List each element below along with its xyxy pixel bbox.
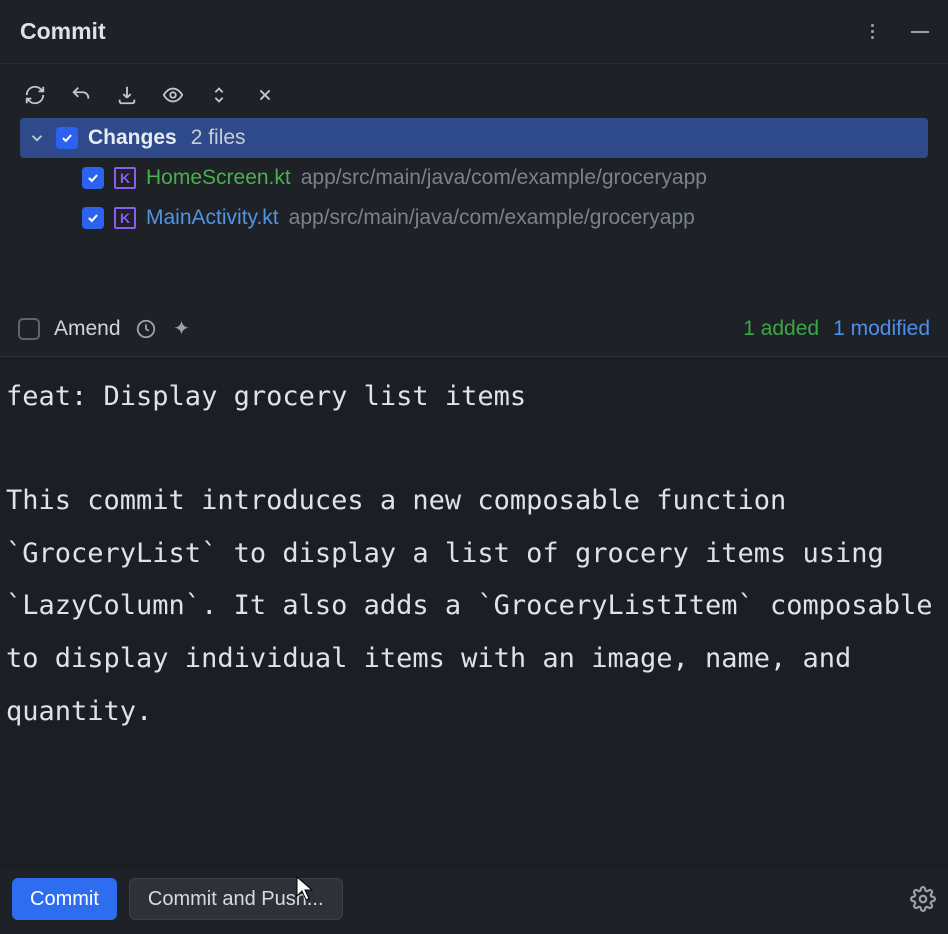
rollback-icon[interactable]	[68, 82, 94, 108]
bottom-bar: Commit Commit and Push...	[0, 870, 948, 934]
changelist-icon[interactable]	[252, 82, 278, 108]
panel-title: Commit	[20, 18, 106, 45]
kotlin-file-icon	[114, 167, 136, 189]
commit-subject: feat: Display grocery list items	[6, 371, 942, 424]
file-name: HomeScreen.kt	[146, 166, 291, 190]
file-path: app/src/main/java/com/example/groceryapp	[289, 206, 695, 230]
file-row[interactable]: HomeScreen.kt app/src/main/java/com/exam…	[20, 158, 928, 198]
minimize-icon[interactable]	[908, 20, 932, 44]
file-path: app/src/main/java/com/example/groceryapp	[301, 166, 707, 190]
group-checkbox[interactable]	[56, 127, 78, 149]
file-checkbox[interactable]	[82, 167, 104, 189]
chevron-down-icon[interactable]	[28, 129, 46, 147]
kotlin-file-icon	[114, 207, 136, 229]
changes-group-label: Changes	[88, 126, 177, 150]
added-count: 1 added	[743, 317, 819, 341]
show-diff-icon[interactable]	[160, 82, 186, 108]
changes-file-count: 2 files	[191, 126, 246, 150]
history-icon[interactable]	[135, 318, 157, 340]
commit-and-push-button[interactable]: Commit and Push...	[129, 878, 343, 920]
changes-tree: Changes 2 files HomeScreen.kt app/src/ma…	[0, 118, 948, 246]
changes-group-row[interactable]: Changes 2 files	[20, 118, 928, 158]
refresh-icon[interactable]	[22, 82, 48, 108]
amend-checkbox[interactable]	[18, 318, 40, 340]
settings-icon[interactable]	[910, 886, 936, 912]
amend-label: Amend	[54, 317, 121, 341]
titlebar: Commit	[0, 0, 948, 64]
toolbar	[0, 64, 948, 118]
commit-button[interactable]: Commit	[12, 878, 117, 920]
file-row[interactable]: MainActivity.kt app/src/main/java/com/ex…	[20, 198, 928, 238]
file-checkbox[interactable]	[82, 207, 104, 229]
modified-count: 1 modified	[833, 317, 930, 341]
commit-body: This commit introduces a new composable …	[6, 475, 942, 738]
commit-message-editor[interactable]: feat: Display grocery list items This com…	[0, 356, 948, 870]
amend-row: Amend ✦ 1 added 1 modified	[0, 302, 948, 356]
shelve-icon[interactable]	[114, 82, 140, 108]
ai-generate-icon[interactable]: ✦	[171, 318, 193, 340]
more-options-icon[interactable]	[860, 20, 884, 44]
file-name: MainActivity.kt	[146, 206, 279, 230]
expand-collapse-icon[interactable]	[206, 82, 232, 108]
